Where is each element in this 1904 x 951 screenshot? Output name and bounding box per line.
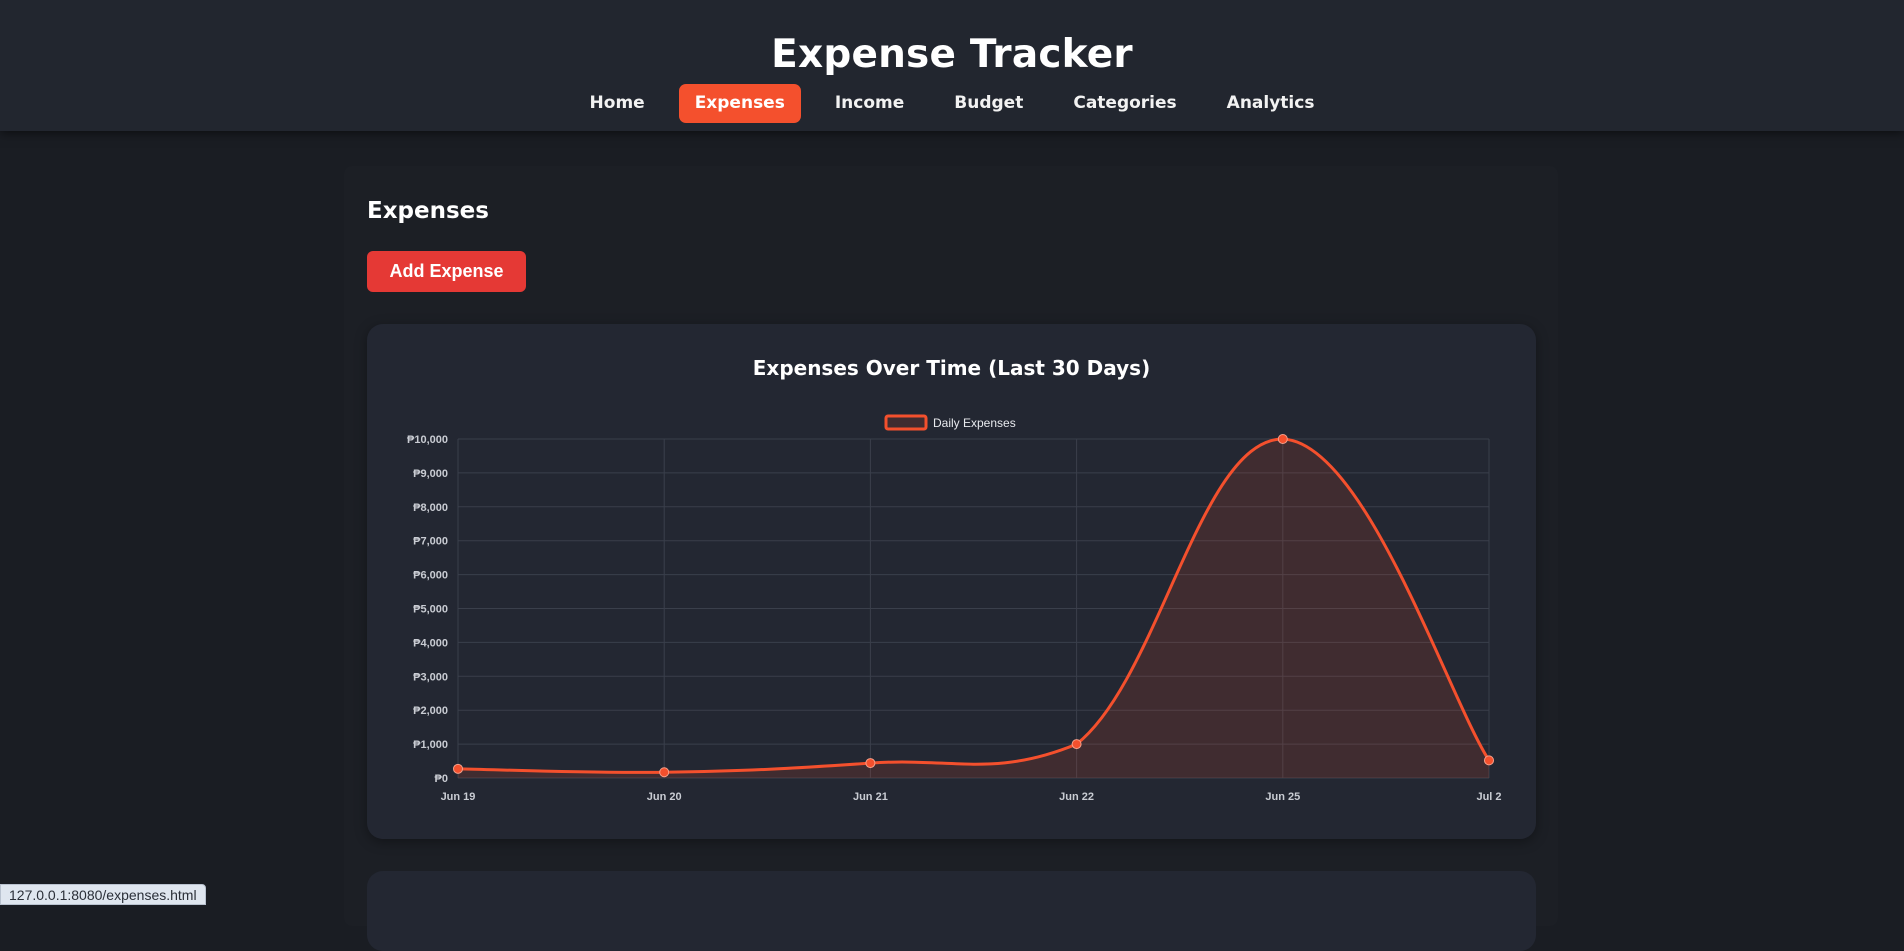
y-tick-label: ₱10,000 <box>407 434 448 446</box>
nav-budget[interactable]: Budget <box>938 84 1039 123</box>
nav-analytics[interactable]: Analytics <box>1211 84 1331 123</box>
x-tick-label: Jun 22 <box>1059 791 1094 803</box>
x-tick-label: Jun 20 <box>647 791 682 803</box>
secondary-card <box>367 871 1536 951</box>
y-tick-label: ₱1,000 <box>413 739 448 751</box>
nav-income[interactable]: Income <box>819 84 920 123</box>
nav-expenses[interactable]: Expenses <box>678 84 801 123</box>
x-tick-label: Jul 2 <box>1476 791 1501 803</box>
x-tick-label: Jun 21 <box>853 791 888 803</box>
y-tick-label: ₱4,000 <box>413 637 448 649</box>
y-tick-label: ₱6,000 <box>413 570 448 582</box>
legend-label: Daily Expenses <box>933 416 1016 430</box>
data-point <box>453 763 463 774</box>
y-tick-label: ₱2,000 <box>413 705 448 717</box>
data-point <box>865 758 876 769</box>
data-point <box>1071 739 1082 750</box>
status-bar-url: 127.0.0.1:8080/expenses.html <box>0 884 206 905</box>
page-title: Expenses <box>367 198 489 224</box>
top-header: Expense Tracker Home Expenses Income Bud… <box>0 0 1904 131</box>
x-tick-label: Jun 25 <box>1265 791 1300 803</box>
y-tick-label: ₱9,000 <box>413 468 448 480</box>
add-expense-button[interactable]: Add Expense <box>367 251 526 292</box>
main-nav: Home Expenses Income Budget Categories A… <box>0 84 1904 123</box>
legend-swatch <box>884 414 928 431</box>
y-tick-label: ₱5,000 <box>413 604 448 616</box>
y-tick-label: ₱0 <box>435 773 448 785</box>
expenses-line-chart: ₱0 ₱1,000 ₱2,000 ₱3,000 ₱4,000 ₱5,000 ₱6,000 ₱7… <box>407 414 1502 803</box>
nav-home[interactable]: Home <box>574 84 661 123</box>
x-tick-label: Jun 19 <box>441 791 476 803</box>
data-point <box>1277 434 1288 444</box>
expenses-chart-card: Expenses Over Time (Last 30 Days) ₱0 ₱1,0… <box>367 324 1536 839</box>
app-title: Expense Tracker <box>771 32 1133 77</box>
data-point <box>659 767 670 778</box>
data-point <box>1484 755 1494 766</box>
y-tick-label: ₱7,000 <box>413 536 448 548</box>
y-tick-label: ₱3,000 <box>413 671 448 683</box>
y-tick-label: ₱8,000 <box>413 502 448 514</box>
nav-categories[interactable]: Categories <box>1057 84 1192 123</box>
